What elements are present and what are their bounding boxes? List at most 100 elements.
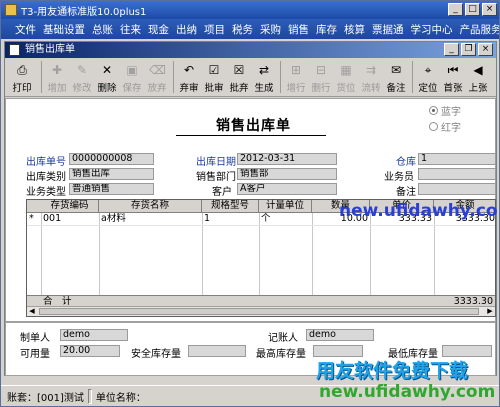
biz-type-field[interactable]: 普通销售 <box>69 183 154 195</box>
menu-item-4[interactable]: 现金 <box>148 22 169 37</box>
bookkeeper-label: 记账人 <box>268 333 298 344</box>
toolbar-button-batch-unapprove[interactable]: ☒ 批弃 <box>227 59 251 95</box>
grid-column-line <box>312 213 313 305</box>
warehouse-label: 仓库 <box>396 157 416 168</box>
toolbar-button-unapprove[interactable]: ↶ 弃审 <box>177 59 201 95</box>
toolbar-button-locate[interactable]: ⌖ 定位 <box>416 59 440 95</box>
toolbar-button-discard[interactable]: ⌫ 放弃 <box>145 59 169 95</box>
toolbar-button-delete[interactable]: ✕ 删除 <box>95 59 119 95</box>
grid-column-header[interactable]: 存货名称 <box>99 200 202 213</box>
generate-icon: ⇄ <box>258 63 270 77</box>
radio-blue[interactable]: 蓝字 <box>429 103 461 118</box>
category-field[interactable]: 销售出库 <box>69 168 154 180</box>
menu-item-1[interactable]: 基础设置 <box>43 22 85 37</box>
grid-column-header[interactable]: 规格型号 <box>202 200 259 213</box>
toolbar-button-flow[interactable]: ⇉ 流转 <box>359 59 383 95</box>
menu-item-2[interactable]: 总账 <box>92 22 113 37</box>
scroll-left-icon[interactable]: ◀ <box>27 307 37 316</box>
toolbar-button-delete-row[interactable]: ⊟ 删行 <box>309 59 333 95</box>
locate-icon: ⌖ <box>424 63 432 77</box>
menu-item-7[interactable]: 税务 <box>232 22 253 37</box>
discard-icon: ⌫ <box>149 63 166 77</box>
grid-cell-spec[interactable]: 1 <box>202 213 259 226</box>
doc-close-button[interactable]: × <box>478 43 493 56</box>
toolbar-label: 批弃 <box>229 83 249 94</box>
toolbar-label: 修改 <box>72 83 92 94</box>
toolbar-button-batch-approve[interactable]: ☑ 批审 <box>202 59 226 95</box>
toolbar-label: 首张 <box>443 83 463 94</box>
grid-horizontal-scrollbar[interactable]: ◀ ▶ <box>27 306 495 316</box>
app-window: T3-用友通标准版10.0plus1 _ □ × 文件 基础设置 总账 往来 现金 出纳项… <box>0 0 500 407</box>
menu-item-12[interactable]: 票据通 <box>372 22 404 37</box>
toolbar-label: 流转 <box>361 83 381 94</box>
scroll-thumb[interactable] <box>39 308 479 315</box>
toolbar-button-previous[interactable]: ◀ 上张 <box>466 59 490 95</box>
date-field[interactable]: 2012-03-31 <box>237 153 337 165</box>
radio-blue-label: 蓝字 <box>441 107 461 118</box>
menu-item-0[interactable]: 文件 <box>15 22 36 37</box>
menu-bar: 文件 基础设置 总账 往来 现金 出纳 项目 税务 采购 销售 库存 核算 票据通 学习中心 产品服务 <box>1 19 499 39</box>
clerk-field[interactable] <box>418 168 496 180</box>
menu-item-14[interactable]: 产品服务 <box>460 22 500 37</box>
note-icon: ✉ <box>390 63 402 77</box>
menu-item-11[interactable]: 核算 <box>344 22 365 37</box>
grid-cell-unit[interactable]: 个 <box>259 213 312 226</box>
edit-icon: ✎ <box>76 63 88 77</box>
maximize-button[interactable]: □ <box>465 3 480 16</box>
toolbar-button-printer[interactable]: ⎙ 打印 <box>7 59 37 95</box>
biz-type-label: 业务类型 <box>26 187 66 198</box>
remark-field[interactable] <box>418 183 496 195</box>
toolbar-label: 弃审 <box>179 83 199 94</box>
add-icon: ✚ <box>51 63 63 77</box>
status-account: 账套：[001]测试 <box>7 392 84 404</box>
menu-item-6[interactable]: 项目 <box>204 22 225 37</box>
doc-minimize-button[interactable]: _ <box>444 43 459 56</box>
toolbar-button-note[interactable]: ✉ 备注 <box>384 59 408 95</box>
toolbar-label: 删行 <box>311 83 331 94</box>
app-icon <box>5 4 17 16</box>
customer-field[interactable]: A客户 <box>237 183 337 195</box>
document-title-bar: 销售出库单 _ ❐ × <box>5 42 496 58</box>
toolbar-separator <box>280 61 281 93</box>
menu-item-10[interactable]: 库存 <box>316 22 337 37</box>
minimize-button[interactable]: _ <box>448 3 463 16</box>
menu-item-8[interactable]: 采购 <box>260 22 281 37</box>
toolbar-button-generate[interactable]: ⇄ 生成 <box>252 59 276 95</box>
toolbar-button-add-row[interactable]: ⊞ 增行 <box>284 59 308 95</box>
grid-column-line <box>259 213 260 305</box>
order-no-field[interactable]: 0000000008 <box>69 153 154 165</box>
menu-item-13[interactable]: 学习中心 <box>411 22 453 37</box>
menu-item-9[interactable]: 销售 <box>288 22 309 37</box>
close-button[interactable]: × <box>482 3 497 16</box>
warehouse-field[interactable]: 1 <box>418 153 496 165</box>
remark-label: 备注 <box>396 187 416 198</box>
toolbar-button-add[interactable]: ✚ 增加 <box>45 59 69 95</box>
menu-item-5[interactable]: 出纳 <box>176 22 197 37</box>
toolbar-label: 保存 <box>122 83 142 94</box>
scroll-right-icon[interactable]: ▶ <box>485 307 495 316</box>
dept-field[interactable]: 销售部 <box>237 168 337 180</box>
radio-red[interactable]: 红字 <box>429 119 461 134</box>
grid-cell-code[interactable]: 001 <box>41 213 99 226</box>
maker-label: 制单人 <box>20 333 50 344</box>
menu-item-3[interactable]: 往来 <box>120 22 141 37</box>
watermark-url: new.ufidawhy.com <box>339 201 500 221</box>
grid-cell-name[interactable]: a材料 <box>99 213 202 226</box>
printer-icon: ⎙ <box>17 63 27 77</box>
toolbar-button-first[interactable]: ⏮ 首张 <box>441 59 465 95</box>
toolbar-button-save[interactable]: ▣ 保存 <box>120 59 144 95</box>
radio-blue-dot[interactable] <box>429 106 438 115</box>
max-label: 最高库存量 <box>256 349 306 360</box>
category-label: 出库类别 <box>26 172 66 183</box>
watermark-url-bottom: new.ufidawhy.com <box>319 382 496 402</box>
form-title: 销售出库单 <box>216 118 291 134</box>
doc-restore-button[interactable]: ❐ <box>461 43 476 56</box>
radio-red-dot[interactable] <box>429 122 438 131</box>
grid-column-header[interactable]: 计量单位 <box>259 200 312 213</box>
document-title: 销售出库单 <box>25 44 75 55</box>
toolbar-button-location[interactable]: ▦ 货位 <box>334 59 358 95</box>
toolbar-label: 货位 <box>336 83 356 94</box>
toolbar-button-edit[interactable]: ✎ 修改 <box>70 59 94 95</box>
dept-label: 销售部门 <box>196 172 236 183</box>
grid-column-header[interactable]: 存货编码 <box>41 200 99 213</box>
